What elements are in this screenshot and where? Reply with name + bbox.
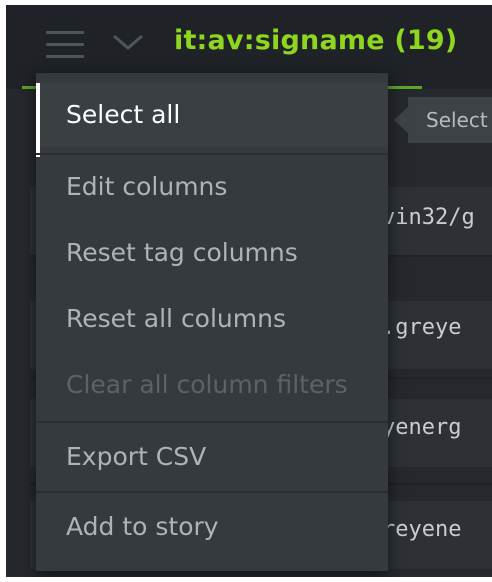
menu-item-clear-all-column-filters: Clear all column filters <box>66 370 348 399</box>
menu-item-export-csv[interactable]: Export CSV <box>36 425 388 489</box>
menu-item-add-to-story[interactable]: Add to story <box>36 495 388 559</box>
menu-item-edit-columns[interactable]: Edit columns <box>36 155 388 219</box>
table-cell: yenerg <box>382 415 462 440</box>
tooltip-arrow <box>394 107 408 133</box>
menu-item-select-all[interactable]: Select all <box>36 83 388 157</box>
table-cell: vin32/g <box>382 205 475 230</box>
menu-divider <box>36 491 388 493</box>
menu-divider <box>36 421 388 423</box>
context-menu: Select all Edit columns Reset tag column… <box>36 73 388 571</box>
chevron-down-icon[interactable] <box>110 31 146 51</box>
hamburger-icon[interactable] <box>46 29 86 61</box>
page-title: it:av:signame (19) <box>174 25 458 56</box>
app-window: it:av:signame (19) vin32/g .greye yenerg… <box>6 5 492 577</box>
menu-item-reset-all-columns[interactable]: Reset all columns <box>36 287 388 351</box>
select-tooltip: Select <box>408 97 492 143</box>
table-cell: reyene <box>382 517 462 542</box>
menu-item-reset-tag-columns[interactable]: Reset tag columns <box>36 221 388 285</box>
table-cell: .greye <box>382 315 462 340</box>
